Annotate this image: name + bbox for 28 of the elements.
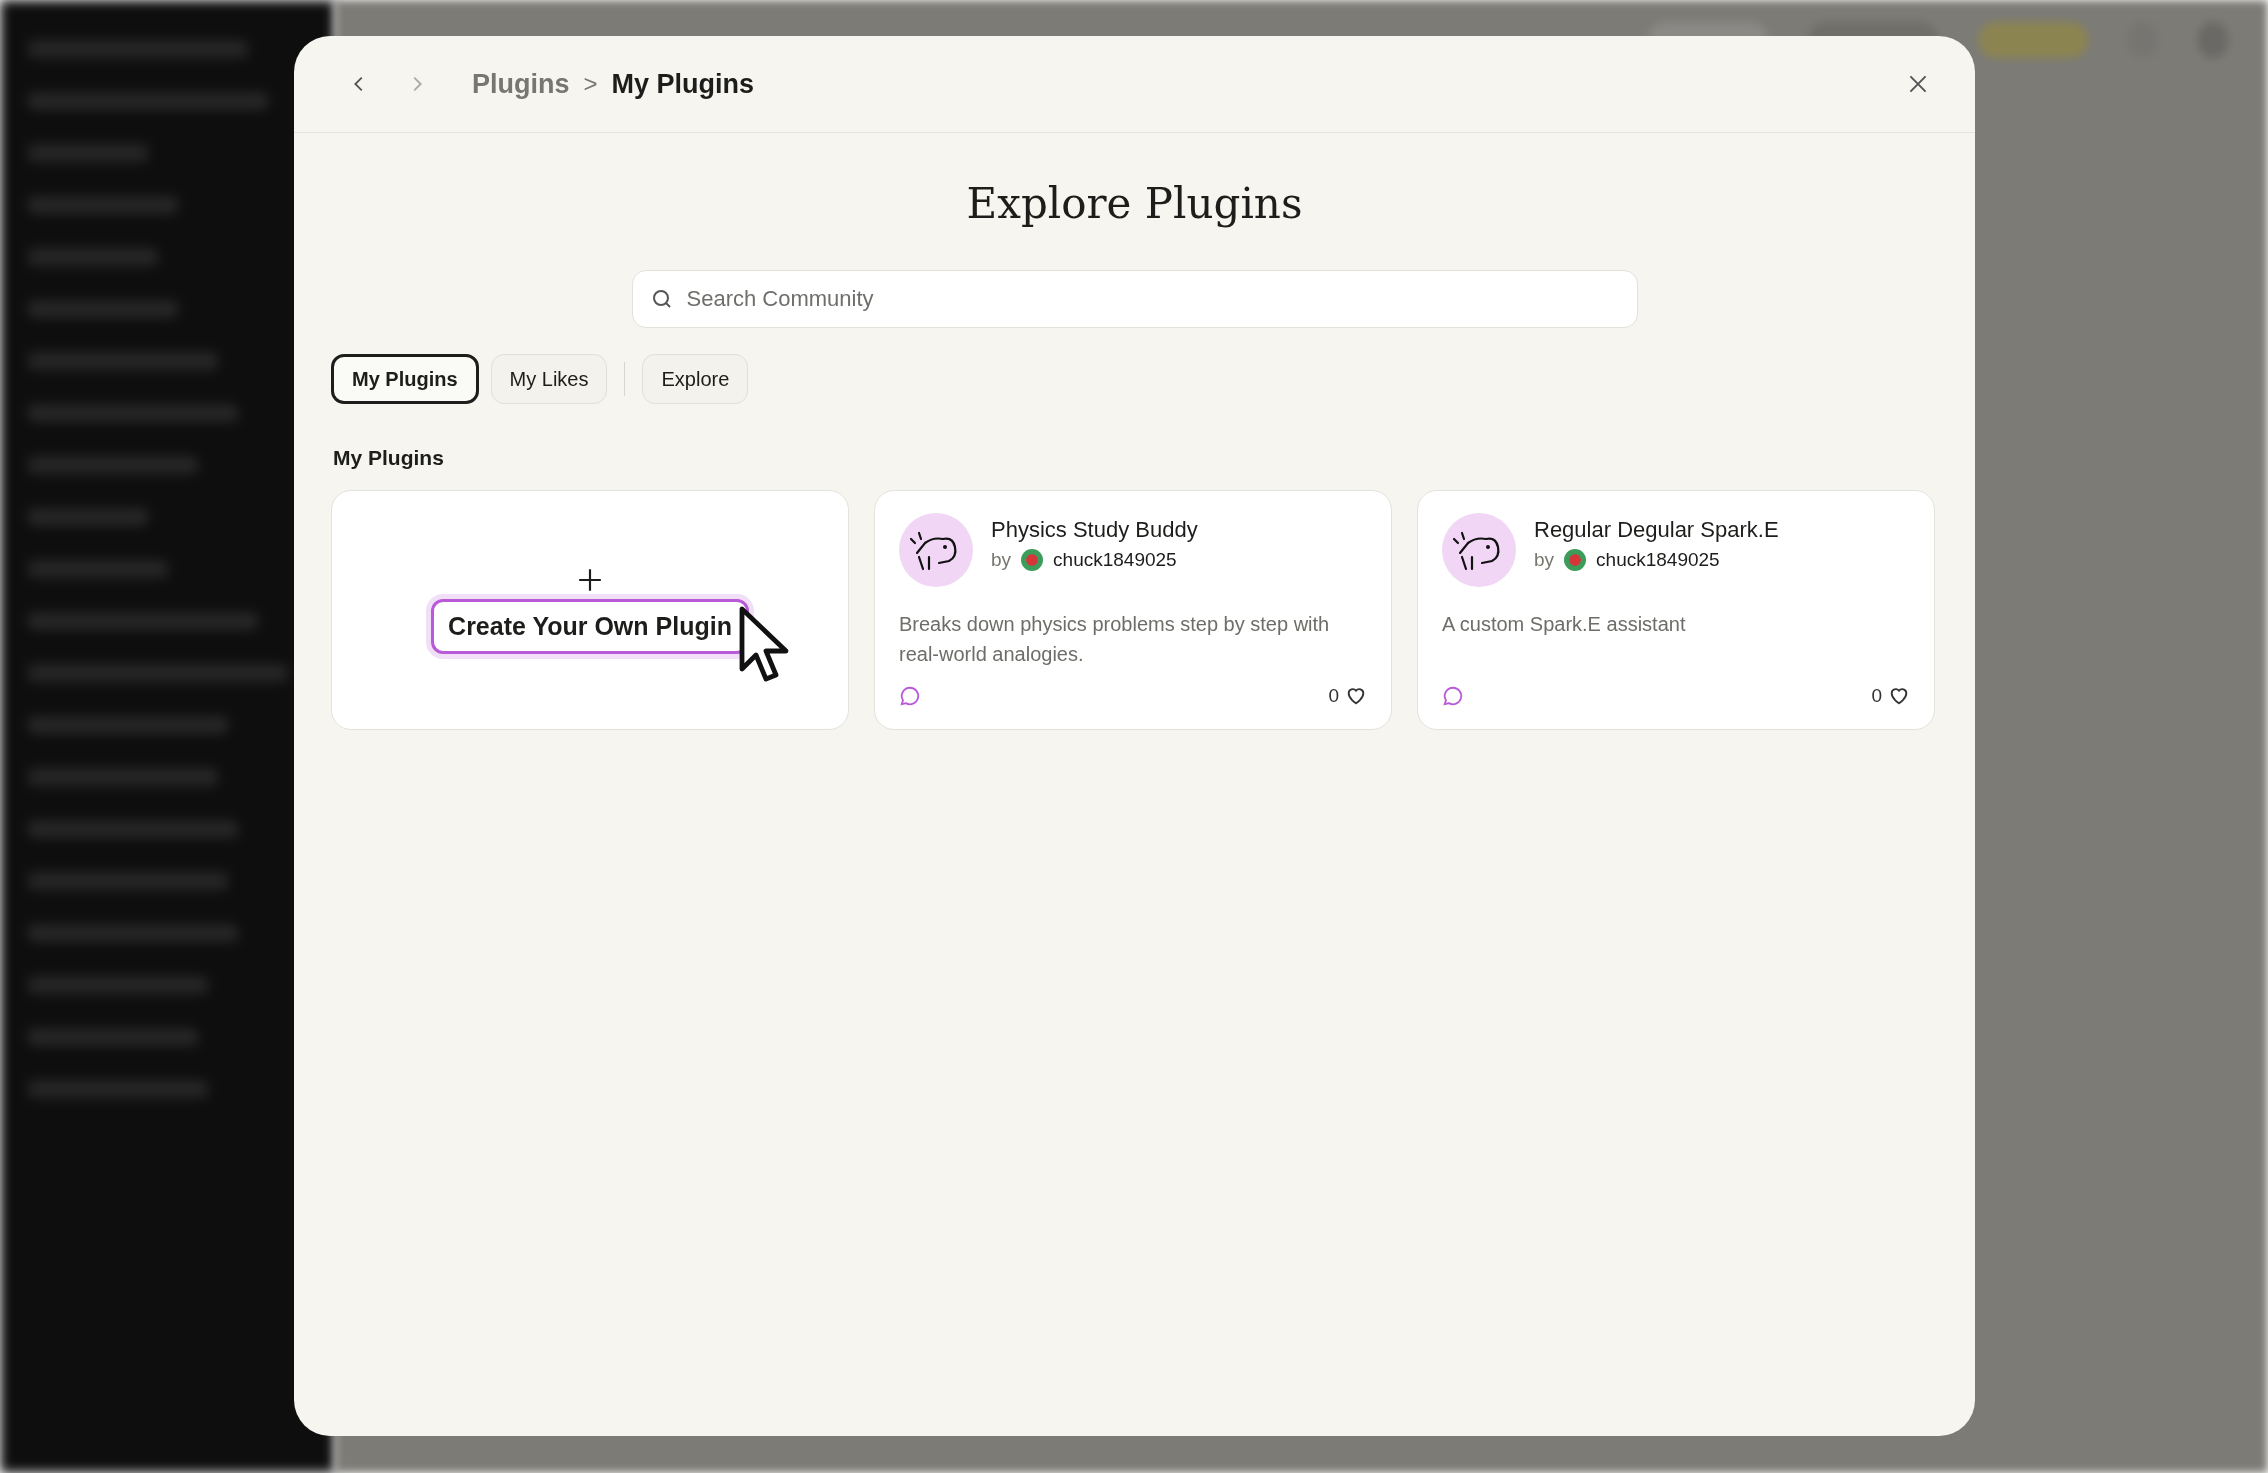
plugin-name: Regular Degular Spark.E [1534,517,1779,543]
filter-tab[interactable]: My Plugins [331,354,479,404]
chat-bubble-icon[interactable] [899,685,921,707]
plugin-card[interactable]: Regular Degular Spark.E by chuck1849025 A custom Spark.E assistant 0 [1417,490,1935,730]
author-name: chuck1849025 [1596,549,1720,571]
plugin-card[interactable]: Physics Study Buddy by chuck1849025 Breaks down physics problems step by step with real-world analogies. 0 [874,490,1392,730]
chat-bubble-icon[interactable] [1442,685,1464,707]
breadcrumb-current: My Plugins [611,68,755,100]
breadcrumb-link[interactable]: Plugins [472,68,570,100]
by-label: by [991,549,1012,571]
like-count: 0 [1328,685,1339,707]
author-avatar [1021,549,1044,571]
filter-tab[interactable]: My Likes [490,354,608,404]
by-label: by [1534,549,1555,571]
like-count: 0 [1871,685,1882,707]
plugin-description: A custom Spark.E assistant [1442,612,1687,637]
plugin-name: Physics Study Buddy [991,517,1198,543]
heart-icon[interactable] [1345,685,1367,707]
author-avatar [1564,549,1587,571]
plus-icon [577,566,603,593]
author-name: chuck1849025 [1053,549,1177,571]
page-title: Explore Plugins [966,179,1303,228]
section-heading: My Plugins [333,446,445,470]
search-field[interactable]: Search Community [631,270,1638,328]
breadcrumb-separator: > [583,70,598,98]
plugin-description: Breaks down physics problems step by step with real-world analogies. [899,612,1331,667]
heart-icon[interactable] [1888,685,1910,707]
filter-tab[interactable]: Explore [642,354,749,404]
